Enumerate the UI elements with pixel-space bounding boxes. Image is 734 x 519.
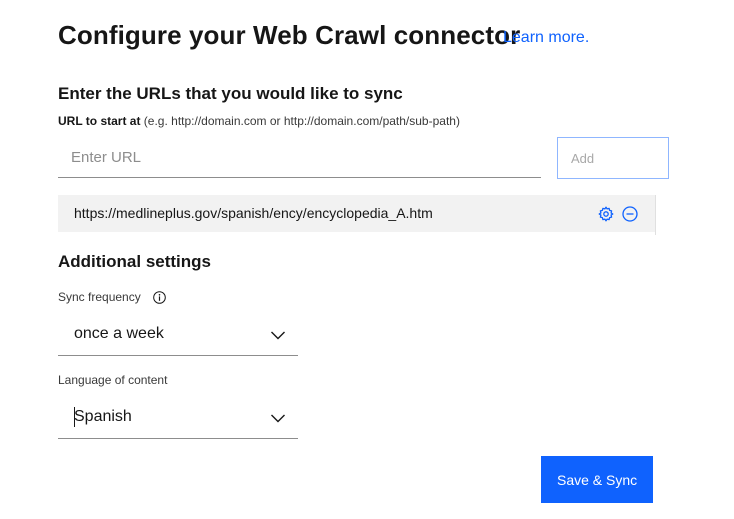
url-field-label-hint: (e.g. http://domain.com or http://domain… — [143, 114, 460, 128]
urls-section-heading: Enter the URLs that you would like to sy… — [58, 84, 403, 103]
info-icon[interactable] — [153, 291, 166, 304]
additional-settings-heading: Additional settings — [58, 252, 211, 271]
url-field-label-bold: URL to start at — [58, 114, 141, 128]
add-url-button[interactable]: Add — [557, 137, 669, 179]
language-select[interactable]: Spanish — [58, 397, 298, 439]
language-label: Language of content — [58, 373, 168, 387]
url-input[interactable] — [58, 138, 541, 178]
minus-circle-icon[interactable] — [622, 206, 638, 222]
chevron-down-icon — [270, 411, 286, 423]
sync-frequency-label: Sync frequency — [58, 290, 141, 304]
chevron-down-icon — [270, 328, 286, 340]
sync-frequency-value: once a week — [74, 325, 164, 342]
url-list-item: https://medlineplus.gov/spanish/ency/enc… — [58, 195, 655, 232]
url-list-item-text: https://medlineplus.gov/spanish/ency/enc… — [74, 205, 433, 221]
sync-frequency-select[interactable]: once a week — [58, 314, 298, 356]
gear-icon[interactable] — [598, 206, 614, 222]
language-value: Spanish — [74, 408, 132, 425]
url-list-scrollbar[interactable] — [655, 195, 669, 235]
save-sync-button[interactable]: Save & Sync — [541, 456, 653, 503]
learn-more-link[interactable]: Learn more. — [503, 29, 589, 47]
url-field-label: URL to start at (e.g. http://domain.com … — [58, 114, 460, 128]
page-title: Configure your Web Crawl connector — [58, 20, 521, 50]
